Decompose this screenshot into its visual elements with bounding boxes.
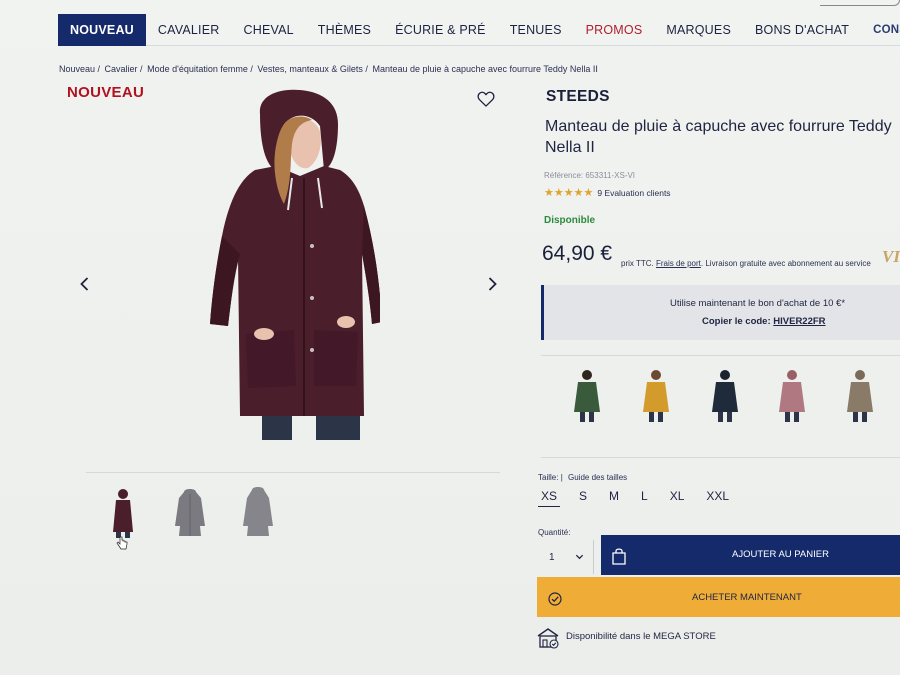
color-variant-taupe[interactable] <box>843 366 877 424</box>
product-price: 64,90 € <box>542 242 613 265</box>
color-variant-rose[interactable] <box>775 366 809 424</box>
add-to-cart-label: AJOUTER AU PANIER <box>732 549 829 560</box>
breadcrumb-current: Manteau de pluie à capuche avec fourrure… <box>372 64 598 74</box>
quantity-select[interactable]: 1 <box>538 540 594 574</box>
star-rating-icon: ★★★★★ <box>544 187 594 199</box>
window-edge <box>820 0 900 6</box>
store-availability-link[interactable]: Disponibilité dans le MEGA STORE <box>566 631 716 642</box>
vip-service-logo[interactable]: VI <box>882 247 900 267</box>
product-rating[interactable]: ★★★★★ 9 Evaluation clients <box>544 186 671 199</box>
size-separator: | <box>560 473 563 482</box>
nav-item-bons-achat[interactable]: BONS D'ACHAT <box>743 14 861 46</box>
nav-item-conseils[interactable]: CONSEILS <box>861 14 900 46</box>
voucher-text: Utilise maintenant le bon d'achat de 10 … <box>670 298 846 309</box>
add-to-cart-button[interactable]: AJOUTER AU PANIER <box>601 535 900 575</box>
thumbnail-divider <box>86 472 500 473</box>
nav-item-cheval[interactable]: CHEVAL <box>231 14 305 46</box>
breadcrumb: Nouveau / Cavalier / Mode d'équitation f… <box>59 64 600 74</box>
size-option-m[interactable]: M <box>606 489 622 507</box>
chevron-right-icon[interactable] <box>482 274 502 294</box>
store-check-icon <box>537 628 559 649</box>
breadcrumb-link-nouveau[interactable]: Nouveau / <box>59 64 100 74</box>
thumbnail-back-flat[interactable] <box>241 486 275 540</box>
thumbnail-front-flat[interactable] <box>173 486 207 540</box>
nav-item-themes[interactable]: THÈMES <box>306 14 383 46</box>
color-variant-mustard[interactable] <box>639 366 673 424</box>
availability-status: Disponible <box>544 215 596 226</box>
size-option-xl[interactable]: XL <box>667 489 688 507</box>
nav-item-marques[interactable]: MARQUES <box>654 14 743 46</box>
chevron-down-icon <box>575 554 584 560</box>
nav-item-promos[interactable]: PROMOS <box>574 14 655 46</box>
rating-count[interactable]: 9 Evaluation clients <box>597 188 670 198</box>
breadcrumb-link-mode-femme[interactable]: Mode d'équitation femme / <box>147 64 253 74</box>
price-note-prefix: prix TTC. <box>621 259 654 268</box>
voucher-banner: Utilise maintenant le bon d'achat de 10 … <box>541 285 900 340</box>
size-option-l[interactable]: L <box>638 489 651 507</box>
breadcrumb-link-vestes[interactable]: Vestes, manteaux & Gilets / <box>257 64 368 74</box>
price-note-suffix: . Livraison gratuite avec abonnement au … <box>700 259 871 268</box>
color-variant-green[interactable] <box>570 366 604 424</box>
voucher-code[interactable]: HIVER22FR <box>773 316 825 327</box>
product-reference: Référence: 653311-XS-VI <box>544 171 636 180</box>
product-brand[interactable]: STEEDS <box>546 88 610 106</box>
buy-now-label: ACHETER MAINTENANT <box>692 592 802 603</box>
check-circle-icon <box>548 592 562 606</box>
size-selector: XS S M L XL XXL <box>538 489 748 507</box>
voucher-code-line: Copier le code: HIVER22FR <box>702 316 826 327</box>
pointer-cursor-icon <box>116 536 128 550</box>
quantity-value: 1 <box>549 551 555 563</box>
shipping-costs-link[interactable]: Frais de port <box>656 259 701 268</box>
thumbnail-front-model[interactable] <box>106 486 140 540</box>
colors-divider <box>541 355 900 356</box>
new-badge: NOUVEAU <box>67 84 145 101</box>
product-title: Manteau de pluie à capuche avec fourrure… <box>545 118 892 156</box>
product-page: NOUVEAU CAVALIER CHEVAL THÈMES ÉCURIE & … <box>0 0 900 675</box>
nav-item-ecurie-pre[interactable]: ÉCURIE & PRÉ <box>383 14 498 46</box>
quantity-label: Quantité: <box>538 528 571 537</box>
sizes-divider <box>541 457 900 458</box>
size-label-row: Taille: | Guide des tailles <box>538 473 627 482</box>
main-nav: NOUVEAU CAVALIER CHEVAL THÈMES ÉCURIE & … <box>58 13 900 46</box>
nav-item-tenues[interactable]: TENUES <box>498 14 574 46</box>
buy-now-button[interactable]: ACHETER MAINTENANT <box>537 577 900 617</box>
nav-item-cavalier[interactable]: CAVALIER <box>146 14 232 46</box>
product-main-image <box>210 89 380 440</box>
size-option-xxl[interactable]: XXL <box>703 489 732 507</box>
breadcrumb-link-cavalier[interactable]: Cavalier / <box>105 64 143 74</box>
price-note: prix TTC. Frais de port. Livraison gratu… <box>621 259 871 268</box>
color-variant-navy[interactable] <box>708 366 742 424</box>
chevron-left-icon[interactable] <box>75 274 95 294</box>
size-option-s[interactable]: S <box>576 489 590 507</box>
size-guide-link[interactable]: Guide des tailles <box>568 473 627 482</box>
nav-item-nouveau[interactable]: NOUVEAU <box>58 13 146 46</box>
heart-icon[interactable] <box>476 89 496 109</box>
size-option-xs[interactable]: XS <box>538 489 561 507</box>
size-label: Taille: <box>538 473 559 482</box>
voucher-code-label: Copier le code: <box>702 316 771 327</box>
shopping-bag-icon <box>612 548 626 565</box>
